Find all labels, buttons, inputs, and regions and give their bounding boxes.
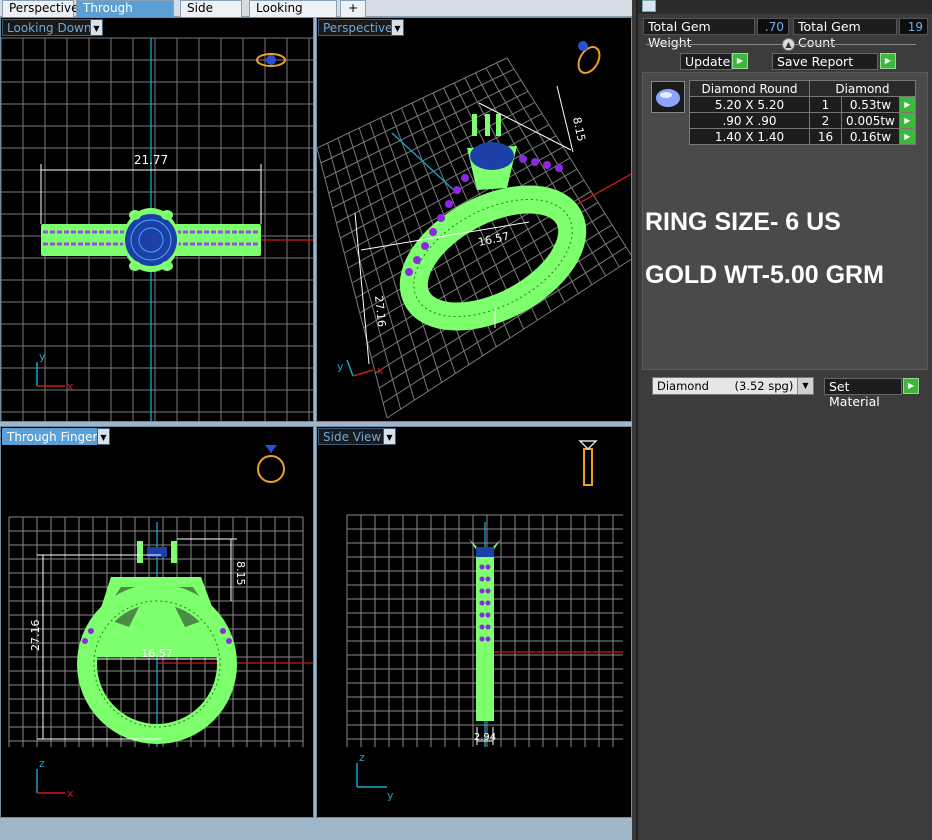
viewport-through-finger[interactable]: 27.16 16.57 8.15 z x Through Finger ▼ <box>0 426 314 818</box>
table-row[interactable]: .90 X .90 2 0.005tw ▶ <box>689 112 916 129</box>
svg-text:y: y <box>39 350 46 363</box>
ring-perspective-icon[interactable] <box>574 41 604 77</box>
viewport-label-side-view[interactable]: Side View <box>318 428 387 445</box>
ring-size-note: RING SIZE- 6 US <box>645 208 841 236</box>
total-gem-count-value: 19 <box>899 18 928 35</box>
set-material-button[interactable]: Set Material <box>824 378 902 409</box>
ring-band-side <box>476 551 494 721</box>
dimension-total-perspective: 27.16 <box>372 295 388 328</box>
ring-front-icon[interactable] <box>257 445 285 483</box>
material-select[interactable]: Diamond (3.52 spg) ▼ <box>652 377 814 395</box>
viewport-label-looking-down[interactable]: Looking Down <box>2 19 97 36</box>
viewport-label-through-finger[interactable]: Through Finger <box>2 428 103 445</box>
svg-text:z: z <box>359 751 365 764</box>
ring-side-icon[interactable] <box>578 440 598 486</box>
svg-text:x: x <box>67 380 74 393</box>
chevron-down-icon[interactable]: ▼ <box>97 428 110 445</box>
gold-weight-note: GOLD WT-5.00 GRM <box>645 261 884 289</box>
side-view-canvas: 2.94 z y <box>346 440 623 802</box>
viewport-label-perspective[interactable]: Perspective <box>318 19 398 36</box>
arrow-right-icon[interactable]: ▶ <box>898 112 916 129</box>
perspective-canvas: 27.16 16.57 8.15 y x <box>317 41 631 419</box>
gem-table-header-type: Diamond Round <box>689 80 810 97</box>
svg-text:z: z <box>39 757 45 770</box>
gem-round-icon <box>651 81 685 113</box>
slider-thumb[interactable]: ▲ <box>782 38 795 51</box>
viewport-perspective[interactable]: 27.16 16.57 8.15 y x Perspective ▼ <box>316 17 632 422</box>
gem-list-box: Diamond Round Diamond 5.20 X 5.20 1 0.53… <box>642 72 928 370</box>
report-table-icon[interactable] <box>642 0 656 12</box>
chevron-down-icon[interactable]: ▼ <box>90 19 103 36</box>
total-gem-count-label: Total Gem Count <box>793 18 897 50</box>
panel-header <box>638 0 932 14</box>
chevron-down-icon[interactable]: ▼ <box>391 19 404 36</box>
tab-perspective[interactable]: Perspective <box>2 0 79 17</box>
gem-table: Diamond Round Diamond 5.20 X 5.20 1 0.53… <box>689 80 916 145</box>
total-gem-weight-label: Total Gem Weight <box>643 18 755 50</box>
table-row[interactable]: 5.20 X 5.20 1 0.53tw ▶ <box>689 96 916 113</box>
arrow-right-icon[interactable]: ▶ <box>732 53 748 69</box>
viewport-workspace: Perspective Through Finger Side View Loo… <box>0 0 632 840</box>
arrow-right-icon[interactable]: ▶ <box>898 128 916 145</box>
tab-side-view[interactable]: Side View <box>180 0 242 30</box>
chevron-down-icon[interactable]: ▼ <box>797 378 813 394</box>
arrow-right-icon[interactable]: ▶ <box>880 53 896 69</box>
chevron-down-icon[interactable]: ▼ <box>383 428 396 445</box>
dimension-height-front: 8.15 <box>234 561 247 586</box>
center-stone-side <box>476 547 494 557</box>
svg-text:y: y <box>387 789 394 802</box>
tab-through-finger[interactable]: Through Finger <box>76 0 174 30</box>
slider-track <box>646 44 916 45</box>
dimension-width-side: 2.94 <box>474 732 496 743</box>
dimension-total-front: 27.16 <box>29 620 42 652</box>
svg-text:x: x <box>67 787 74 800</box>
viewport-side-view[interactable]: 2.94 z y Side View ▼ <box>316 426 632 818</box>
tab-looking-down[interactable]: Looking Down <box>249 0 337 30</box>
arrow-right-icon[interactable]: ▶ <box>898 96 916 113</box>
total-gem-weight-value: .70 <box>757 18 789 35</box>
center-stone-top <box>125 214 177 266</box>
through-finger-canvas: 27.16 16.57 8.15 z x <box>8 445 313 800</box>
add-tab-button[interactable]: + <box>340 0 366 17</box>
view-tab-bar: Perspective Through Finger Side View Loo… <box>0 0 632 30</box>
looking-down-canvas: 21.77 y x <box>1 37 313 421</box>
svg-text:y: y <box>337 360 344 373</box>
viewport-looking-down[interactable]: 21.77 y x Looking Down ▼ <box>0 17 314 422</box>
update-button[interactable]: Update <box>680 53 732 70</box>
svg-text:x: x <box>377 364 384 377</box>
gem-table-header-material: Diamond <box>809 80 916 97</box>
center-stone-perspective <box>470 142 514 170</box>
save-report-button[interactable]: Save Report <box>772 53 878 70</box>
dimension-height-perspective: 8.15 <box>570 116 588 143</box>
gem-report-panel: Total Gem Weight .70 Total Gem Count 19 … <box>636 0 932 840</box>
dimension-inner-front: 16.57 <box>141 647 173 660</box>
dimension-width-top: 21.77 <box>134 153 168 167</box>
table-row[interactable]: 1.40 X 1.40 16 0.16tw ▶ <box>689 128 916 145</box>
arrow-right-icon[interactable]: ▶ <box>903 378 919 394</box>
